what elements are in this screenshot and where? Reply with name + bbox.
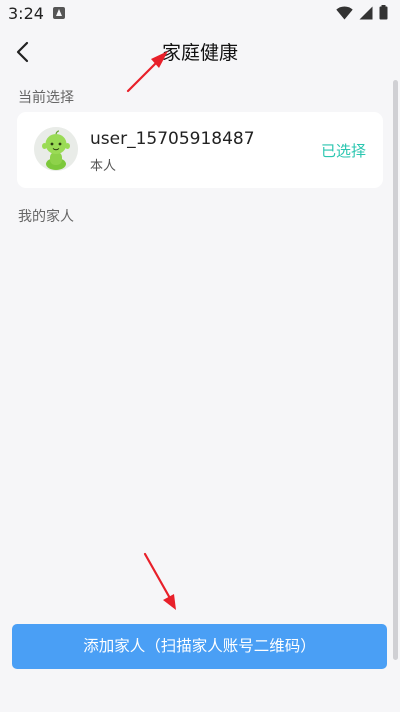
status-icons — [336, 5, 388, 20]
user-name: user_15705918487 — [90, 129, 255, 149]
notification-a-icon — [53, 7, 65, 19]
signal-icon — [359, 6, 373, 19]
annotation-arrow-bottom — [143, 552, 176, 610]
selected-status-badge: 已选择 — [320, 142, 366, 160]
status-bar: 3:24 — [0, 0, 400, 28]
wifi-icon — [336, 6, 353, 19]
battery-icon — [379, 5, 388, 20]
add-family-member-button[interactable]: 添加家人（扫描家人账号二维码） — [12, 624, 387, 669]
avatar — [34, 127, 78, 171]
status-time: 3:24 — [8, 4, 44, 23]
family-members-label: 我的家人 — [18, 209, 74, 225]
user-relation: 本人 — [90, 159, 117, 174]
mascot-avatar-icon — [34, 127, 78, 171]
current-member-card[interactable]: user_15705918487 本人 已选择 — [17, 112, 383, 188]
scrollbar[interactable] — [393, 80, 398, 660]
app-header: 家庭健康 — [0, 28, 400, 76]
page-title: 家庭健康 — [161, 42, 238, 64]
current-selection-label: 当前选择 — [18, 90, 74, 106]
